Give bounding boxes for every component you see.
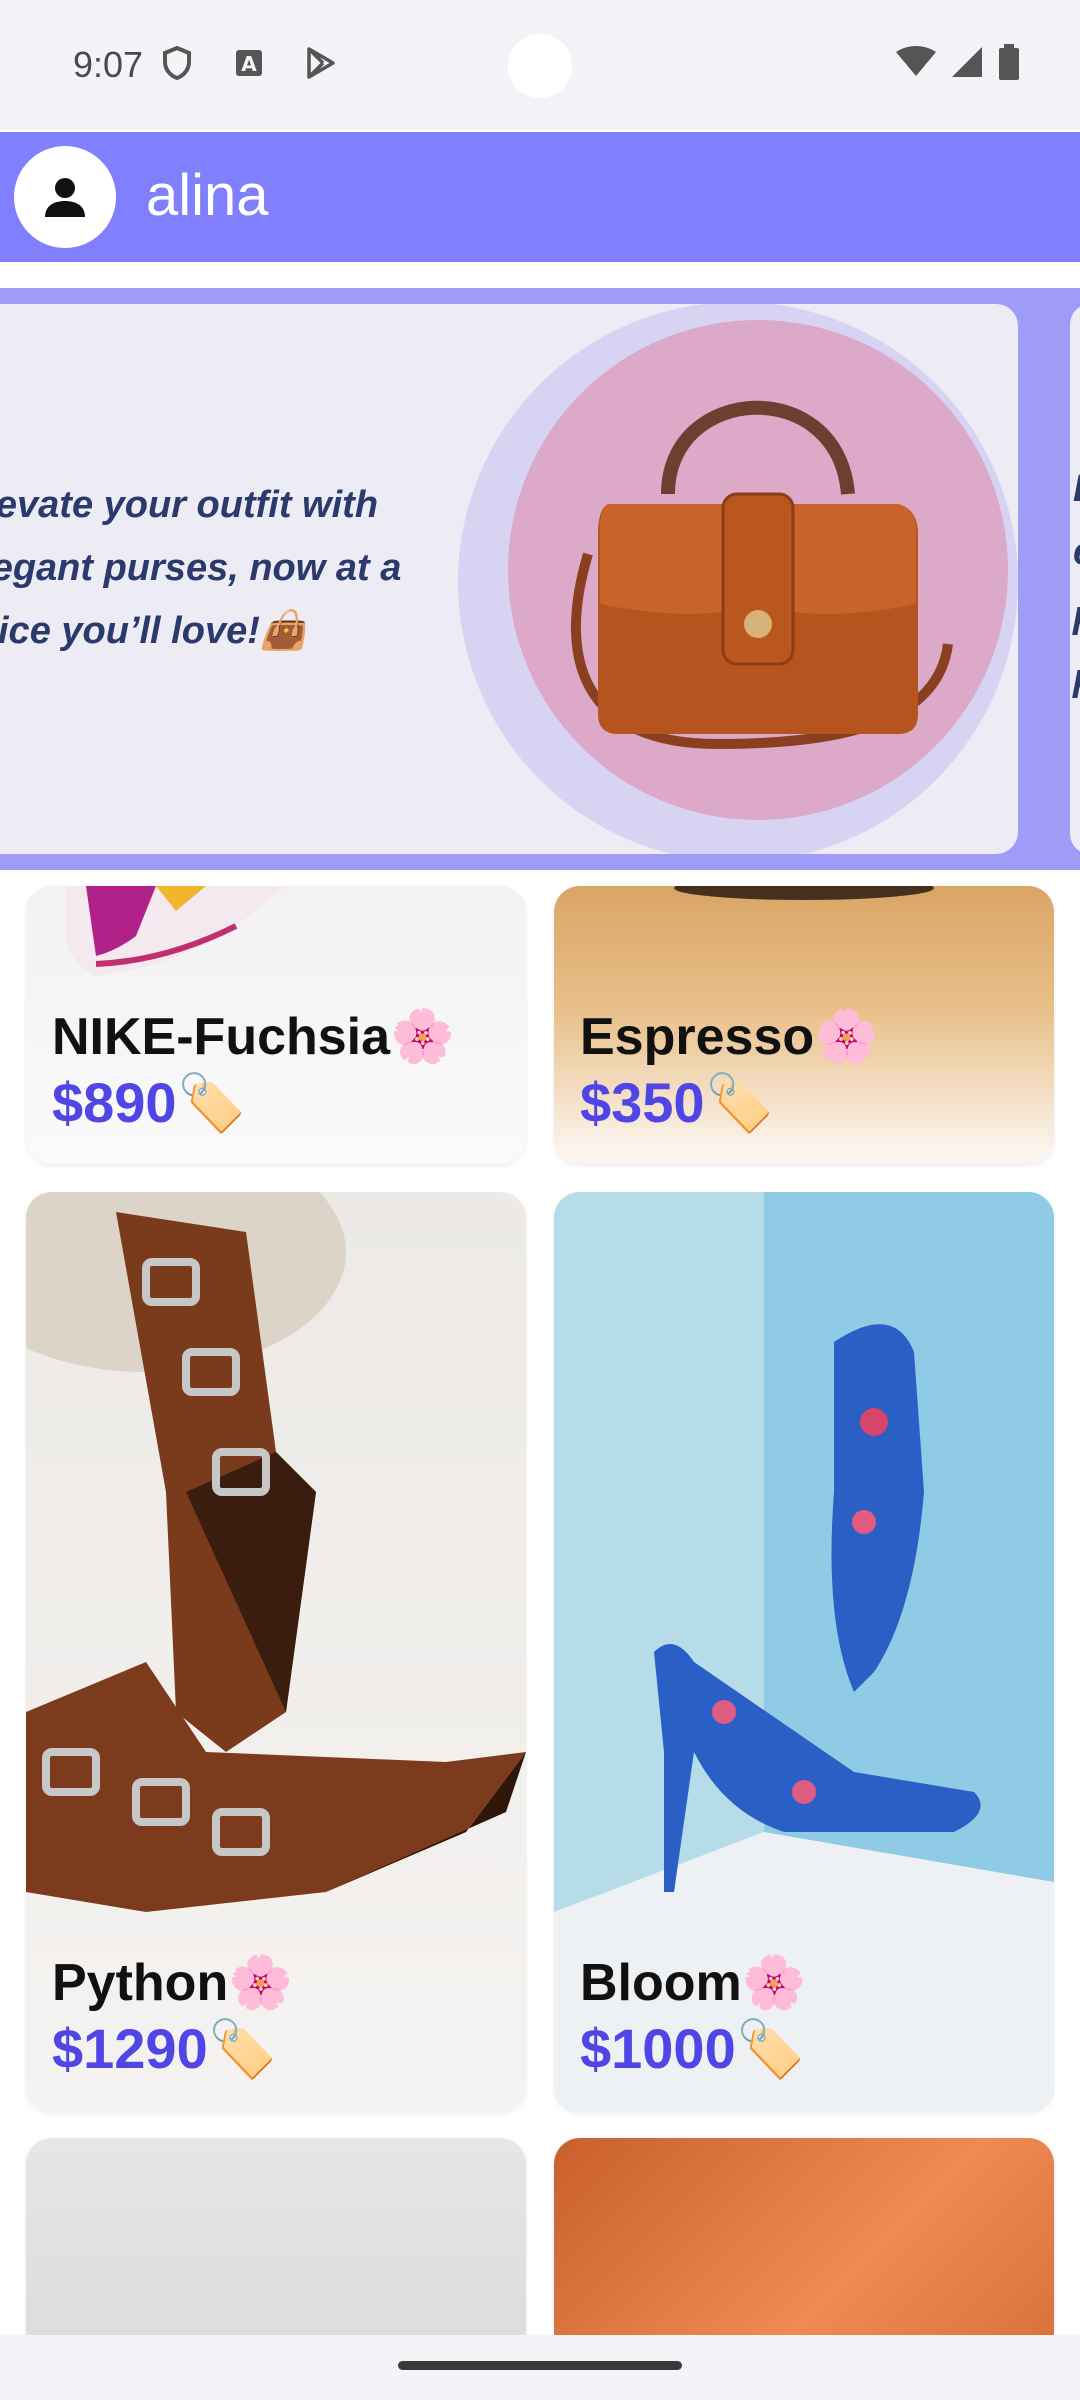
product-card[interactable]: NIKE-Fuchsia🌸 $890🏷️ — [26, 886, 526, 1164]
promo-carousel[interactable]: Elevate your outfit with elegant purses,… — [0, 288, 1080, 870]
shield-icon — [160, 46, 194, 80]
status-bar: 9:07 A — [0, 0, 1080, 130]
product-price: $890🏷️ — [52, 1071, 247, 1134]
product-title: Python🌸 — [52, 1954, 293, 2012]
signal-icon — [950, 45, 984, 84]
product-card[interactable]: Python🌸 $1290🏷️ — [26, 1192, 526, 2112]
next-banner-line: E — [1073, 458, 1080, 521]
person-icon — [45, 178, 85, 217]
font-a-icon: A — [232, 46, 266, 80]
camera-cutout — [508, 34, 572, 98]
product-card[interactable]: Bloom🌸 $1000🏷️ — [554, 1192, 1054, 2112]
next-banner-line: p — [1073, 647, 1080, 710]
product-title: NIKE-Fuchsia🌸 — [52, 1008, 455, 1066]
next-banner-line: e — [1073, 521, 1080, 584]
avatar[interactable] — [14, 146, 116, 248]
promo-line: Elevate your outfit with — [0, 484, 379, 526]
product-price: $1290🏷️ — [52, 2017, 278, 2080]
product-card[interactable] — [554, 2138, 1054, 2358]
boots-image — [26, 1192, 526, 1912]
home-handle[interactable] — [398, 2361, 682, 2370]
next-banner-line: p — [1073, 584, 1080, 647]
product-image-shadow — [674, 886, 934, 900]
product-title: Bloom🌸 — [580, 1954, 807, 2012]
play-store-icon — [304, 46, 338, 80]
username: alina — [146, 163, 269, 228]
promo-line: elegant purses, now at a — [0, 547, 402, 589]
app-header: alina — [0, 132, 1080, 262]
product-card[interactable]: Espresso🌸 $350🏷️ — [554, 886, 1054, 1164]
status-time: 9:07 — [73, 44, 144, 85]
sneaker-image — [66, 886, 286, 976]
wifi-icon — [896, 46, 936, 83]
product-title: Espresso🌸 — [580, 1008, 879, 1066]
promo-text: Elevate your outfit with elegant purses,… — [0, 474, 470, 663]
next-banner-text: E e p p — [1073, 458, 1080, 710]
product-card[interactable] — [26, 2138, 526, 2358]
handbag-image — [570, 400, 953, 750]
battery-icon — [998, 44, 1020, 85]
promo-line: price you’ll love!👜 — [0, 610, 308, 652]
product-price: $350🏷️ — [580, 1071, 775, 1134]
promo-banner-card[interactable]: Elevate your outfit with elegant purses,… — [0, 304, 1018, 854]
svg-text:A: A — [241, 52, 257, 76]
product-price: $1000🏷️ — [580, 2017, 806, 2080]
